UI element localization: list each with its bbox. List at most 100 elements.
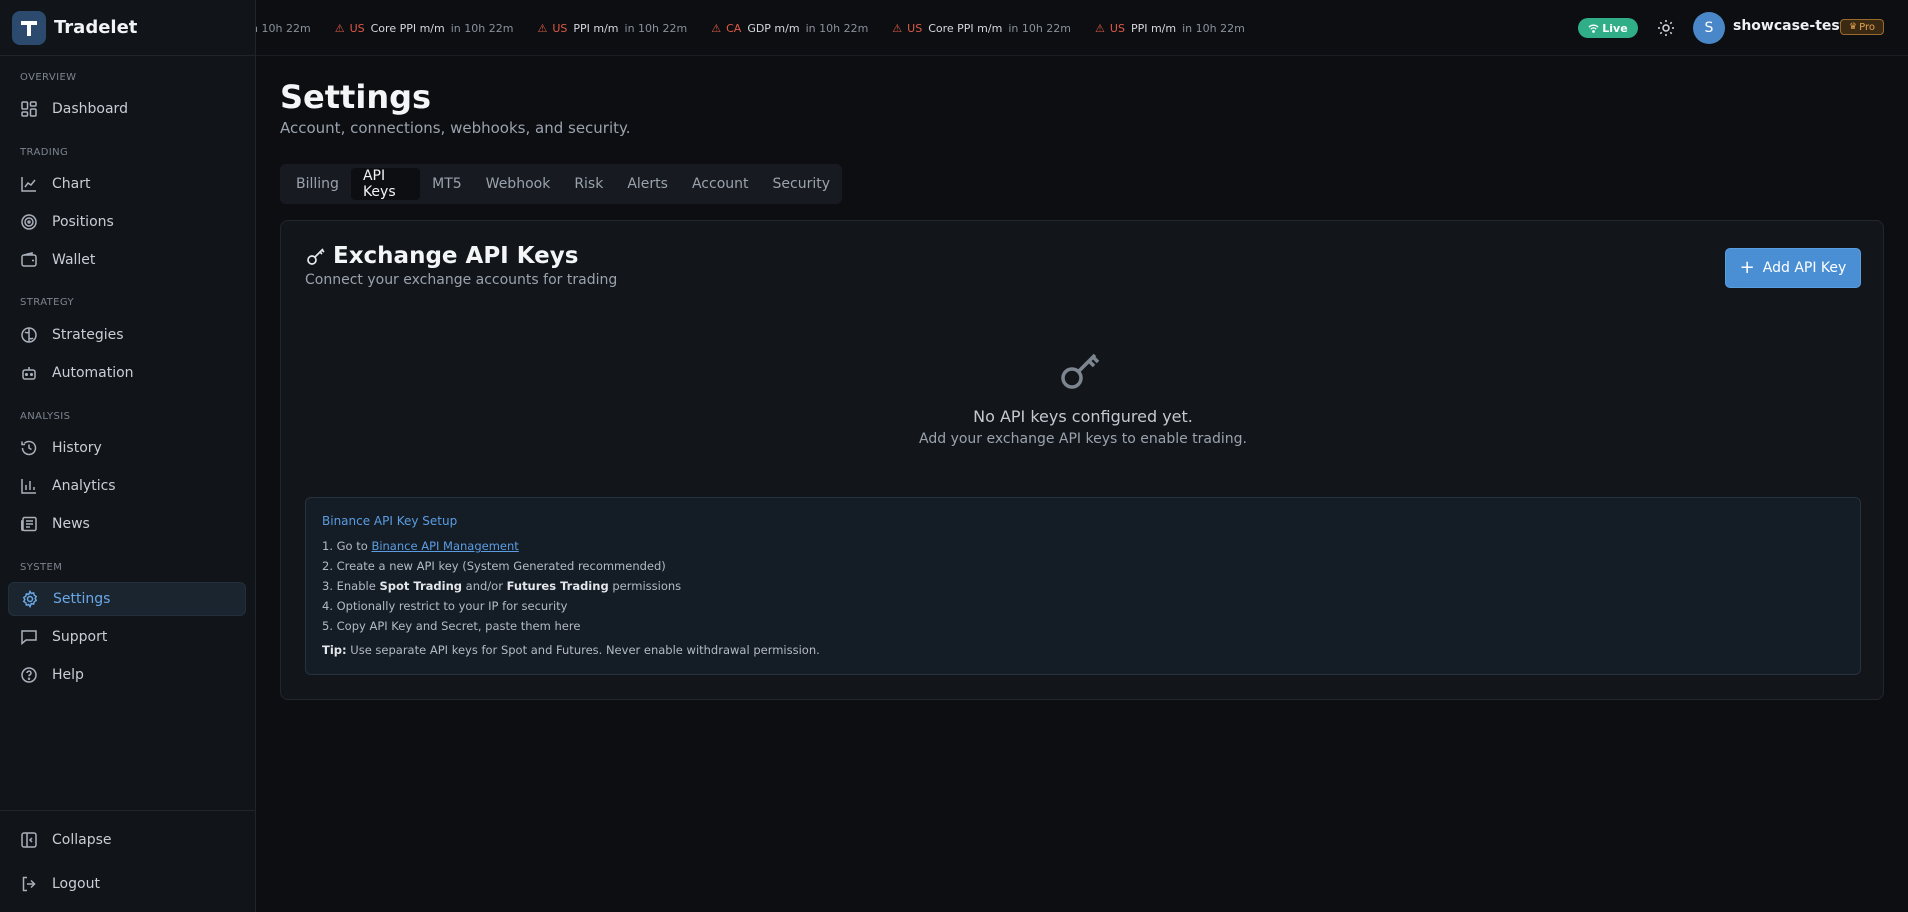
- ticker-item[interactable]: ⚠ US Core PPI m/m in 10h 22m: [335, 22, 514, 35]
- ticker-country: US: [349, 21, 365, 35]
- nav-section-trading: TRADING: [20, 147, 69, 158]
- bar-chart-icon: [21, 479, 36, 494]
- economic-calendar-ticker: in 10h 22m ⚠ US Core PPI m/m in 10h 22m …: [256, 0, 1296, 56]
- gear-icon: [22, 590, 38, 608]
- sidebar-item-label: Analytics: [52, 478, 116, 494]
- card-title: Exchange API Keys: [305, 243, 578, 269]
- plan-badge-label: Pro: [1859, 21, 1875, 33]
- sidebar-collapse-button[interactable]: Collapse: [8, 823, 246, 857]
- sidebar-item-label: Chart: [52, 176, 91, 192]
- sidebar-item-dashboard[interactable]: Dashboard: [8, 92, 246, 126]
- ticker-time: in 10h 22m: [1008, 21, 1072, 35]
- empty-state-title: No API keys configured yet.: [973, 407, 1193, 426]
- newspaper-icon: [21, 516, 37, 532]
- sidebar-item-label: Wallet: [52, 252, 96, 268]
- ticker-item[interactable]: ⚠ US PPI m/m in 10h 22m: [537, 22, 687, 35]
- ticker-event: Core PPI m/m: [928, 21, 1003, 35]
- tab-account[interactable]: Account: [680, 168, 761, 200]
- card-title-text: Exchange API Keys: [333, 243, 579, 269]
- ticker-time: in 10h 22m: [256, 21, 311, 35]
- tab-mt5[interactable]: MT5: [420, 168, 474, 200]
- ticker-event: PPI m/m: [1130, 21, 1177, 35]
- nav-section-system: SYSTEM: [20, 562, 63, 573]
- sidebar-item-label: Dashboard: [52, 101, 128, 117]
- setup-step: 2. Create a new API key (System Generate…: [322, 559, 666, 573]
- tab-risk[interactable]: Risk: [562, 168, 615, 200]
- ticker-time: in 10h 22m: [450, 21, 514, 35]
- ticker-event: PPI m/m: [573, 21, 619, 35]
- ticker-item[interactable]: in 10h 22m: [256, 22, 311, 35]
- sidebar-item-label: News: [52, 516, 90, 532]
- sidebar-item-label: Strategies: [52, 327, 124, 343]
- ticker-country: US: [907, 21, 923, 35]
- sidebar-item-label: Collapse: [52, 832, 112, 848]
- ticker-time: in 10h 22m: [805, 21, 869, 35]
- sidebar: Tradelet OVERVIEW Dashboard TRADING Char…: [0, 0, 256, 912]
- ticker-item[interactable]: ⚠ US PPI m/m in 10h 22m: [1095, 22, 1245, 35]
- sidebar-item-label: Positions: [52, 214, 114, 230]
- sidebar-item-strategies[interactable]: Strategies: [8, 318, 246, 352]
- username[interactable]: showcase-test: [1733, 18, 1846, 34]
- setup-tip-label: Tip:: [322, 643, 347, 657]
- sidebar-item-help[interactable]: Help: [8, 658, 246, 692]
- warning-triangle-icon: ⚠: [892, 21, 903, 35]
- tab-billing[interactable]: Billing: [284, 168, 351, 200]
- brain-icon: [21, 327, 37, 343]
- ticker-country: US: [552, 21, 568, 35]
- brand-name: Tradelet: [54, 17, 138, 38]
- setup-step-text: permissions: [608, 579, 682, 593]
- setup-step-text: 1. Go to: [322, 539, 372, 553]
- tab-alerts[interactable]: Alerts: [615, 168, 680, 200]
- empty-state-subtitle: Add your exchange API keys to enable tra…: [919, 431, 1247, 447]
- line-chart-icon: [21, 177, 36, 192]
- sidebar-item-support[interactable]: Support: [8, 620, 246, 654]
- sidebar-item-positions[interactable]: Positions: [8, 205, 246, 239]
- api-keys-card: Exchange API Keys Connect your exchange …: [280, 220, 1884, 700]
- sidebar-item-label: Help: [52, 667, 84, 683]
- sidebar-item-settings[interactable]: Settings: [8, 582, 246, 616]
- tab-api-keys[interactable]: API Keys: [350, 168, 421, 200]
- tradelet-logo-icon: [12, 10, 46, 45]
- warning-triangle-icon: ⚠: [711, 21, 722, 35]
- setup-step-text: and/or: [462, 579, 507, 593]
- message-square-icon: [21, 630, 37, 646]
- settings-tabs: Billing API Keys MT5 Webhook Risk Alerts…: [280, 164, 842, 204]
- history-icon: [21, 440, 37, 456]
- card-subtitle: Connect your exchange accounts for tradi…: [305, 272, 618, 288]
- binance-api-management-link[interactable]: Binance API Management: [371, 539, 518, 553]
- tab-webhook[interactable]: Webhook: [474, 168, 563, 200]
- setup-step-bold: Futures Trading: [506, 579, 609, 593]
- tab-security[interactable]: Security: [761, 168, 843, 200]
- page-subtitle: Account, connections, webhooks, and secu…: [280, 119, 631, 137]
- ticker-item[interactable]: ⚠ CA GDP m/m in 10h 22m: [711, 22, 868, 35]
- sidebar-item-label: Logout: [52, 876, 100, 892]
- ticker-country: US: [1109, 21, 1125, 35]
- topbar: in 10h 22m ⚠ US Core PPI m/m in 10h 22m …: [256, 0, 1908, 56]
- sidebar-item-automation[interactable]: Automation: [8, 356, 246, 390]
- sidebar-item-news[interactable]: News: [8, 507, 246, 541]
- brand[interactable]: Tradelet: [0, 0, 255, 56]
- dashboard-icon: [21, 101, 37, 117]
- sidebar-item-history[interactable]: History: [8, 431, 246, 465]
- panel-collapse-icon: [21, 832, 37, 848]
- live-status-badge: Live: [1578, 18, 1638, 38]
- ticker-item[interactable]: ⚠ US Core PPI m/m in 10h 22m: [892, 22, 1071, 35]
- add-api-key-label: Add API Key: [1762, 260, 1847, 276]
- add-api-key-button[interactable]: + Add API Key: [1725, 248, 1861, 288]
- warning-triangle-icon: ⚠: [537, 21, 548, 35]
- plus-icon: +: [1739, 257, 1755, 278]
- sidebar-item-label: Support: [52, 629, 108, 645]
- ticker-event: GDP m/m: [747, 21, 800, 35]
- sidebar-item-analytics[interactable]: Analytics: [8, 469, 246, 503]
- sidebar-item-chart[interactable]: Chart: [8, 167, 246, 201]
- bot-icon: [22, 367, 36, 380]
- key-icon: [307, 248, 325, 265]
- ticker-time: in 10h 22m: [624, 21, 688, 35]
- theme-toggle-button[interactable]: [1656, 18, 1676, 38]
- logout-button[interactable]: Logout: [8, 867, 246, 901]
- setup-step-text: 3. Enable: [322, 579, 380, 593]
- binance-setup-instructions: Binance API Key Setup 1. Go to Binance A…: [305, 497, 1861, 675]
- sidebar-item-wallet[interactable]: Wallet: [8, 243, 246, 277]
- live-label: Live: [1602, 21, 1628, 35]
- avatar[interactable]: S: [1693, 12, 1725, 44]
